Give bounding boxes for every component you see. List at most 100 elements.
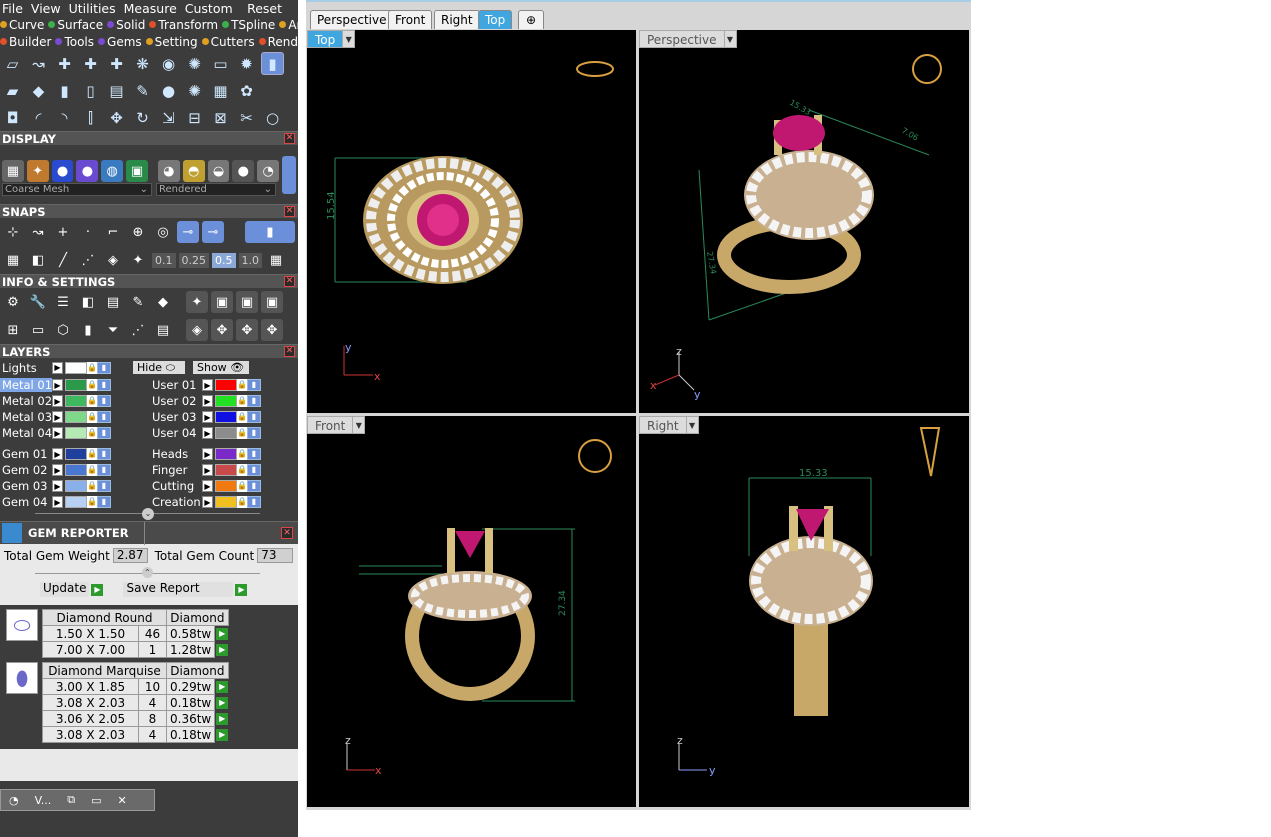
visibility-icon[interactable]: ▮ <box>247 480 261 492</box>
menu-utilities[interactable]: Utilities <box>69 1 116 16</box>
unlink-tool-icon[interactable]: ⊠ <box>209 106 232 129</box>
snap-grid-3-icon[interactable]: ▦ <box>265 249 287 271</box>
material-2-icon[interactable]: ◓ <box>182 160 205 182</box>
select-gems-icon[interactable]: ▶ <box>216 728 229 741</box>
paper-tool-icon[interactable]: ▯ <box>79 79 102 102</box>
play-icon[interactable]: ▶ <box>202 411 213 423</box>
snap-target-icon[interactable]: ◎ <box>152 221 174 243</box>
book-icon[interactable]: ▮ <box>77 319 99 341</box>
grid-display-icon[interactable]: ▣ <box>126 160 148 182</box>
window-2-icon[interactable]: ▣ <box>236 291 258 313</box>
viewport-front[interactable]: z x 27.34 Front ▼ <box>307 416 636 807</box>
page-tool-icon[interactable]: ▤ <box>105 79 128 102</box>
select-gems-icon[interactable]: ▶ <box>216 627 229 640</box>
play-icon[interactable]: ▶ <box>202 480 213 492</box>
visibility-icon[interactable]: ▮ <box>247 464 261 476</box>
material-5-icon[interactable]: ◔ <box>257 160 280 182</box>
play-icon[interactable]: ▶ <box>52 411 63 423</box>
transform-2-icon[interactable]: ✥ <box>211 319 233 341</box>
play-icon[interactable]: ▶ <box>202 448 213 460</box>
snap-value-05[interactable]: 0.5 <box>212 252 236 268</box>
layer-row[interactable]: User 02 ▶ 🔒 ▮ <box>150 393 261 409</box>
restore-icon[interactable]: ⧉ <box>67 793 75 807</box>
shaded-sphere-icon[interactable]: ● <box>51 160 74 182</box>
glossy-sphere-icon[interactable]: ● <box>76 160 99 182</box>
lock-icon[interactable]: 🔒 <box>87 411 97 423</box>
dots-tool-icon[interactable]: ✺ <box>183 79 206 102</box>
select-gems-icon[interactable]: ▶ <box>216 712 229 725</box>
show-button[interactable]: Show 👁 <box>193 361 249 374</box>
window-3-icon[interactable]: ▣ <box>261 291 283 313</box>
plugin-render[interactable]: Render <box>258 35 298 49</box>
snap-line-icon[interactable]: ╱ <box>52 249 74 271</box>
box-info-icon[interactable]: ◆ <box>152 291 174 313</box>
array-tool-icon[interactable]: ❋ <box>131 52 154 75</box>
curve-tool-icon[interactable]: ↝ <box>27 52 50 75</box>
visibility-icon[interactable]: ▮ <box>247 395 261 407</box>
plugin-curve[interactable]: Curve <box>0 18 44 32</box>
snap-line-2-icon[interactable]: ⊸ <box>202 221 224 243</box>
add-tab-icon[interactable]: ⊕ <box>518 10 544 29</box>
visibility-icon[interactable]: ▮ <box>247 379 261 391</box>
menu-file[interactable]: File <box>2 1 23 16</box>
wireframe-icon[interactable]: ▦ <box>2 160 24 182</box>
sphere-tool-icon[interactable]: ● <box>157 79 180 102</box>
play-icon[interactable]: ▶ <box>52 395 63 407</box>
snap-diag-icon[interactable]: ⋰ <box>77 249 99 271</box>
play-icon[interactable]: ▶ <box>52 379 63 391</box>
layer-row[interactable]: Gem 03 ▶ 🔒 ▮ <box>0 478 111 494</box>
report-icon[interactable]: ▤ <box>152 319 174 341</box>
close-icon[interactable]: ✕ <box>284 346 295 357</box>
visibility-icon[interactable]: ▮ <box>97 411 111 423</box>
lock-icon[interactable]: 🔒 <box>87 395 97 407</box>
lock-icon[interactable]: 🔒 <box>237 448 247 460</box>
snap-point-icon[interactable]: · <box>77 221 99 243</box>
viewport-right[interactable]: z y 15.33 Right ▼ <box>639 416 969 807</box>
layer-color-swatch[interactable] <box>215 395 237 407</box>
viewport-front-title[interactable]: Front <box>307 416 354 434</box>
close-icon[interactable]: ✕ <box>284 133 295 144</box>
close-icon[interactable]: ✕ <box>281 527 293 539</box>
play-icon[interactable]: ▶ <box>202 395 213 407</box>
snap-plane-icon[interactable]: ◈ <box>102 249 124 271</box>
lock-icon[interactable]: 🔒 <box>237 411 247 423</box>
lock-icon[interactable]: 🔒 <box>87 448 97 460</box>
edit-icon[interactable]: ✎ <box>127 291 149 313</box>
layer-row[interactable]: Metal 01 ▶ 🔒 ▮ <box>0 377 111 393</box>
layer-row[interactable]: Gem 02 ▶ 🔒 ▮ <box>0 462 111 478</box>
viewport-top[interactable]: y x 15.54 Top ▼ <box>307 30 636 413</box>
update-button[interactable]: Update ▶ <box>40 582 104 597</box>
snap-value-01[interactable]: 0.1 <box>152 252 176 268</box>
rotate-tool-icon[interactable]: ↻ <box>131 106 154 129</box>
transform-1-icon[interactable]: ◈ <box>186 319 208 341</box>
grid-tool-icon[interactable]: ▦ <box>209 79 232 102</box>
layer-color-swatch[interactable] <box>65 411 87 423</box>
pen-tool-icon[interactable]: ✎ <box>131 79 154 102</box>
chevron-down-icon[interactable]: ▼ <box>724 30 737 48</box>
layer-row[interactable]: User 01 ▶ 🔒 ▮ <box>150 377 261 393</box>
viewport-top-title[interactable]: Top <box>307 30 344 48</box>
display-toggle[interactable] <box>282 156 296 194</box>
snap-axes-icon[interactable]: ✦ <box>127 249 149 271</box>
layer-color-swatch[interactable] <box>65 395 87 407</box>
close-icon[interactable]: ✕ <box>284 206 295 217</box>
cube-info-icon[interactable]: ◧ <box>77 291 99 313</box>
cut-tool-icon[interactable]: ✂ <box>235 106 258 129</box>
layer-row[interactable]: Metal 02 ▶ 🔒 ▮ <box>0 393 111 409</box>
select-gems-icon[interactable]: ▶ <box>216 643 229 656</box>
plugin-art[interactable]: Art <box>279 18 298 32</box>
visibility-icon[interactable]: ▮ <box>247 411 261 423</box>
point-edit-tool-icon[interactable]: ✚ <box>79 52 102 75</box>
layer-color-swatch[interactable] <box>215 480 237 492</box>
layer-color-swatch[interactable] <box>215 411 237 423</box>
visibility-icon[interactable]: ▮ <box>97 379 111 391</box>
lock-icon[interactable]: 🔒 <box>87 361 97 374</box>
ring-array-icon[interactable]: ✿ <box>235 79 258 102</box>
hide-button[interactable]: Hide ⬭ <box>133 361 185 374</box>
close-icon[interactable]: ✕ <box>284 276 295 287</box>
plane-tool-icon[interactable]: ▱ <box>1 52 24 75</box>
arc-tool-icon[interactable]: ◜ <box>27 106 50 129</box>
chevron-down-icon[interactable]: ▼ <box>686 416 699 434</box>
snap-line-1-icon[interactable]: ⊸ <box>177 221 199 243</box>
play-icon[interactable]: ▶ <box>202 379 213 391</box>
